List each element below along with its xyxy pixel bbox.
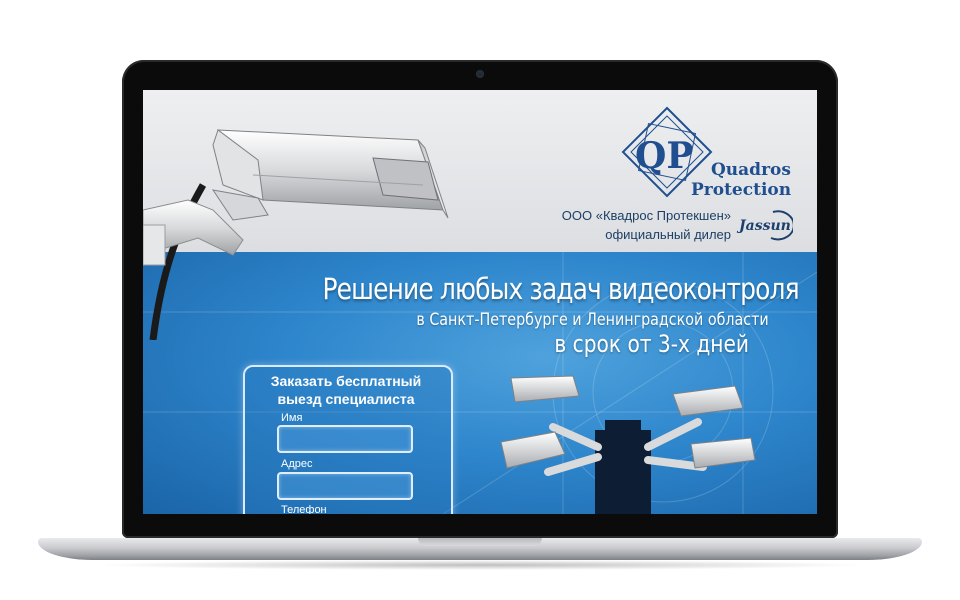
phone-label: Телефон: [281, 504, 327, 514]
laptop-base-notch: [418, 538, 542, 546]
logo-monogram: QP: [635, 135, 693, 177]
jassun-brand-text: Jassun: [739, 218, 791, 234]
name-label: Имя: [281, 412, 303, 424]
form-title: Заказать бесплатный выезд специалиста: [243, 372, 449, 408]
hero-timeframe: в срок от 3-х дней: [554, 330, 749, 358]
hero-region: в Санкт-Петербурге и Ленинградской облас…: [416, 310, 769, 330]
dealer-caption: официальный дилер: [605, 227, 731, 242]
camera-cluster-icon: [500, 375, 756, 514]
webcam-icon: [477, 71, 483, 77]
company-name: ООО «Квадрос Протекшен»: [561, 208, 731, 223]
laptop-shadow: [90, 560, 870, 570]
laptop-screen: QP Quadros Protection ООО «Квадрос Проте…: [143, 90, 817, 514]
form-title-line2: выезд специалиста: [277, 391, 415, 407]
name-field[interactable]: [277, 425, 413, 453]
logo-text-quadros: Quadros: [711, 160, 791, 180]
form-title-line1: Заказать бесплатный: [270, 373, 422, 389]
hero-headline: Решение любых задач видеоконтроля: [322, 272, 799, 306]
address-field[interactable]: [277, 472, 413, 500]
address-label: Адрес: [281, 458, 313, 470]
logo-text-protection: Protection: [691, 180, 792, 200]
